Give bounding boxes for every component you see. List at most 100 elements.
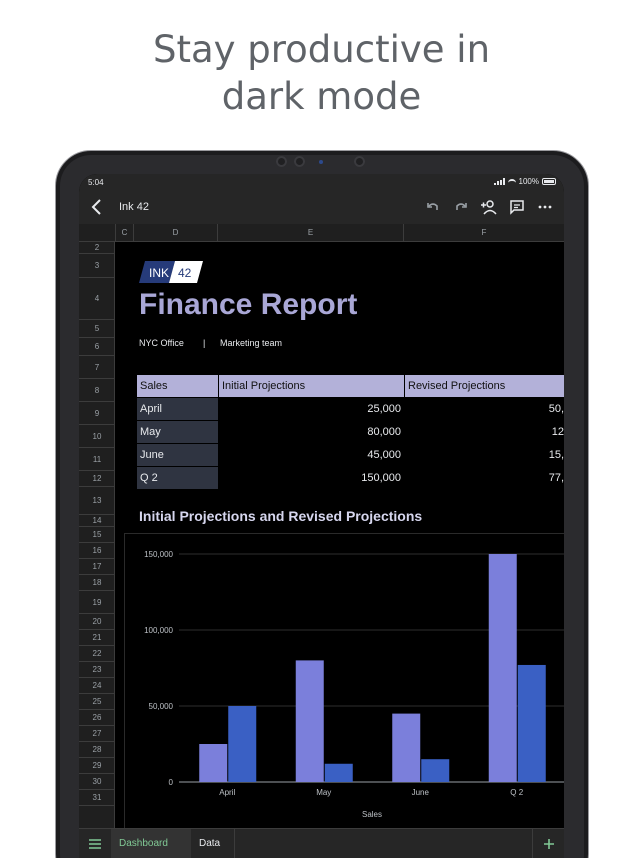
camera-bar <box>270 156 370 168</box>
marketing-headline: Stay productive in dark mode <box>0 26 643 120</box>
bar-revised[interactable] <box>228 706 257 782</box>
signal-icon <box>493 178 505 185</box>
comment-icon <box>510 200 524 215</box>
redo-button[interactable] <box>450 195 472 219</box>
table-cell-initial[interactable]: 25,000 <box>219 398 404 420</box>
row-header-cell[interactable]: 18 <box>79 575 115 591</box>
sheet-area[interactable]: INK 42 Finance Report NYC Office | Marke… <box>115 242 564 828</box>
projections-chart[interactable]: 0 50,000 100,000 150,000 April May June Q 2 Sale… <box>124 533 564 828</box>
row-header-cell[interactable]: 24 <box>79 678 115 694</box>
back-button[interactable] <box>85 195 109 219</box>
row-header-cell[interactable]: 15 <box>79 527 115 543</box>
comment-button[interactable] <box>506 195 528 219</box>
table-cell-revised[interactable]: 12 <box>405 421 564 443</box>
row-header-cell[interactable]: 6 <box>79 338 115 356</box>
toolbar <box>422 195 556 219</box>
row-header-cell[interactable]: 13 <box>79 487 115 515</box>
row-header-cell[interactable]: 5 <box>79 320 115 338</box>
chevron-left-icon <box>91 199 101 215</box>
row-header-cell[interactable]: 12 <box>79 471 115 487</box>
add-sheet-button[interactable] <box>532 829 564 858</box>
x-axis-label: Sales <box>362 810 382 819</box>
x-tick-label: May <box>316 788 331 797</box>
row-header-cell[interactable]: 11 <box>79 448 115 471</box>
row-header-cell[interactable]: 17 <box>79 559 115 575</box>
row-header-cell[interactable]: 21 <box>79 630 115 646</box>
column-header-c[interactable]: C <box>115 224 133 242</box>
logo-left-text: INK <box>149 266 169 280</box>
plus-icon <box>543 839 554 849</box>
more-options-button[interactable] <box>534 195 556 219</box>
status-time: 5:04 <box>88 178 104 187</box>
bar-initial[interactable] <box>488 554 517 782</box>
tab-data[interactable]: Data <box>191 829 235 858</box>
sensor-icon <box>294 156 305 167</box>
table-row-label[interactable]: April <box>137 398 218 420</box>
row-header-cell[interactable]: 28 <box>79 742 115 758</box>
row-header-cell[interactable]: 8 <box>79 379 115 402</box>
y-tick-label: 0 <box>169 778 174 787</box>
sensor-icon <box>276 156 287 167</box>
row-header-cell[interactable]: 26 <box>79 710 115 726</box>
x-tick-label: Q 2 <box>510 788 523 797</box>
add-person-button[interactable] <box>478 195 500 219</box>
table-row-label[interactable]: May <box>137 421 218 443</box>
column-header-f[interactable]: F <box>403 224 564 242</box>
undo-icon <box>427 203 438 210</box>
tab-dashboard[interactable]: Dashboard <box>111 829 191 858</box>
row-header-cell[interactable]: 14 <box>79 515 115 527</box>
sheet-tab-bar: Dashboard Data <box>79 828 564 858</box>
row-header-cell[interactable]: 25 <box>79 694 115 710</box>
column-header-d[interactable]: D <box>133 224 217 242</box>
row-header-cell[interactable]: 4 <box>79 278 115 320</box>
x-tick-label: June <box>412 788 430 797</box>
row-header-cell[interactable]: 29 <box>79 758 115 774</box>
bar-revised[interactable] <box>517 664 546 782</box>
row-header-cell[interactable]: 2 <box>79 242 115 254</box>
row-header-cell[interactable]: 20 <box>79 614 115 630</box>
office-label: NYC Office <box>139 338 184 348</box>
ink-42-logo: INK 42 <box>139 261 203 283</box>
row-header-cell[interactable]: 27 <box>79 726 115 742</box>
table-header-initial[interactable]: Initial Projections <box>219 375 404 397</box>
row-header-cell[interactable]: 19 <box>79 591 115 614</box>
x-tick-label: April <box>219 788 235 797</box>
table-header-revised[interactable]: Revised Projections <box>405 375 564 397</box>
redo-icon <box>456 203 467 210</box>
bar-chart-svg: 0 50,000 100,000 150,000 April May June Q 2 Sale… <box>144 550 564 819</box>
table-cell-initial[interactable]: 150,000 <box>219 467 404 489</box>
row-header-cell[interactable]: 23 <box>79 662 115 678</box>
bar-initial[interactable] <box>199 744 228 782</box>
report-title: Finance Report <box>139 288 358 321</box>
table-cell-revised[interactable]: 77, <box>405 467 564 489</box>
table-cell-revised[interactable]: 15, <box>405 444 564 466</box>
row-header-cell[interactable]: 16 <box>79 543 115 559</box>
table-row-label[interactable]: June <box>137 444 218 466</box>
wifi-icon <box>507 178 516 185</box>
table-cell-revised[interactable]: 50, <box>405 398 564 420</box>
row-header: 2 3 4 5 6 7 8 9 10 11 12 13 14 15 16 17 18 19 20 21 22 23 24 25… <box>79 242 115 828</box>
undo-button[interactable] <box>422 195 444 219</box>
table-cell-initial[interactable]: 45,000 <box>219 444 404 466</box>
tablet-screen: 5:04 100% Ink 42 C D E F 2 3 4 5 6 7 8 9… <box>79 174 564 858</box>
bar-revised[interactable] <box>324 763 353 782</box>
row-header-cell[interactable]: 10 <box>79 425 115 448</box>
tab-dashboard-label: Dashboard <box>119 838 168 849</box>
row-header-cell[interactable]: 9 <box>79 402 115 425</box>
table-header-sales[interactable]: Sales <box>137 375 218 397</box>
row-header-cell[interactable]: 30 <box>79 774 115 790</box>
row-header-cell[interactable]: 7 <box>79 356 115 379</box>
bar-initial[interactable] <box>295 660 324 782</box>
sheets-menu-button[interactable] <box>79 829 111 858</box>
row-header-cell[interactable]: 22 <box>79 646 115 662</box>
bar-revised[interactable] <box>421 759 450 782</box>
row-header-cell[interactable]: 3 <box>79 254 115 278</box>
table-cell-initial[interactable]: 80,000 <box>219 421 404 443</box>
report-subtitle: NYC Office | Marketing team <box>139 338 282 348</box>
column-header-e[interactable]: E <box>217 224 403 242</box>
status-bar: 5:04 100% <box>79 174 564 190</box>
camera-icon <box>354 156 365 167</box>
table-row-label[interactable]: Q 2 <box>137 467 218 489</box>
bar-initial[interactable] <box>392 713 421 782</box>
row-header-cell[interactable]: 31 <box>79 790 115 806</box>
